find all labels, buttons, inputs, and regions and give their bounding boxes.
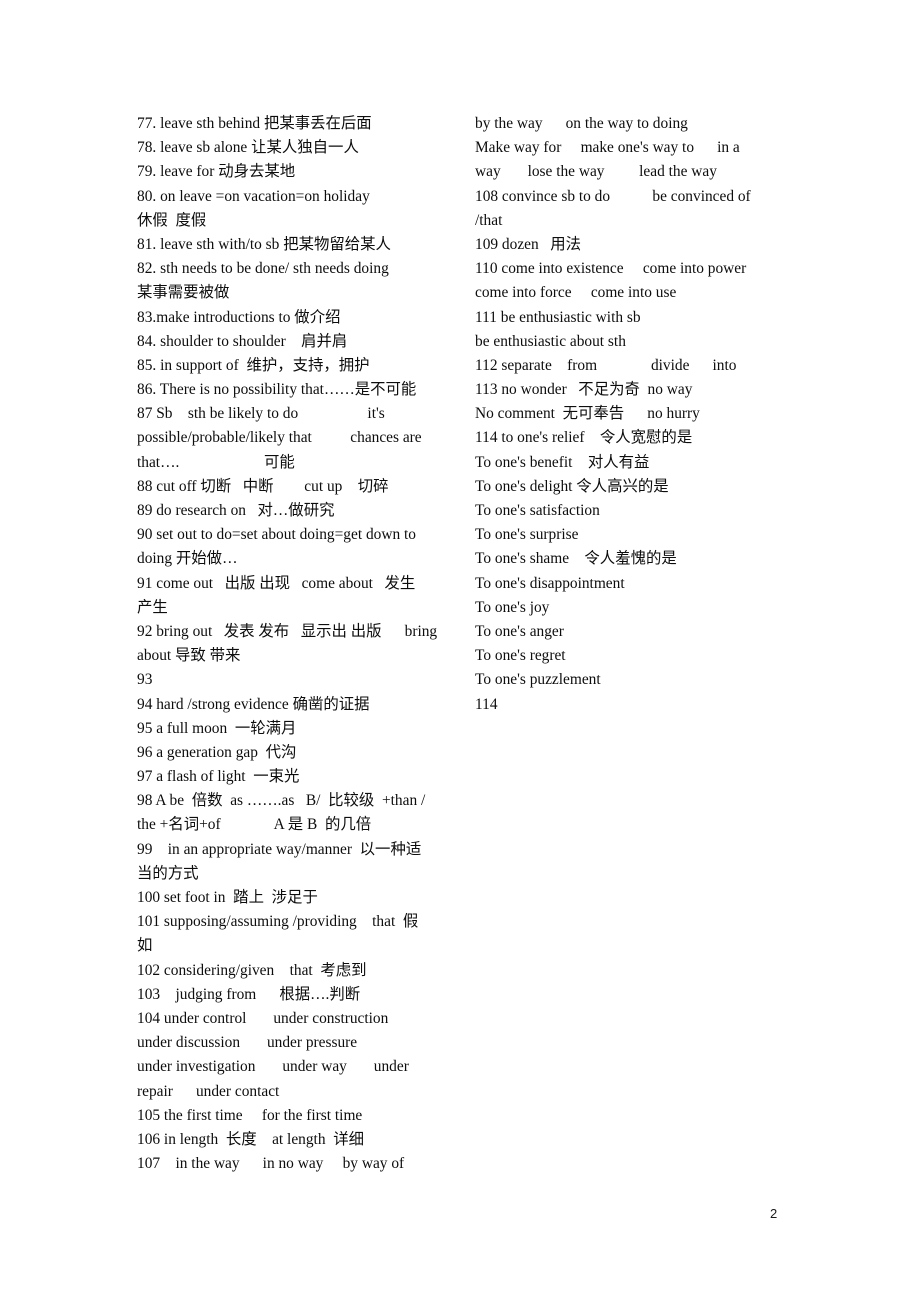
text-line: 103 judging from 根据….判断 xyxy=(137,985,361,1003)
text-line: repair under contact xyxy=(137,1082,280,1100)
text-line: 108 convince sb to do be convinced of xyxy=(475,187,751,205)
text-line: To one's shame 令人羞愧的是 xyxy=(475,550,677,568)
text-line: To one's disappointment xyxy=(475,574,625,592)
text-line: under discussion under pressure xyxy=(137,1034,358,1052)
text-line: 107 in the way in no way by way of xyxy=(137,1155,405,1173)
text-line: No comment 无可奉告 no hurry xyxy=(475,405,700,423)
text-line: Make way for make one's way to in a xyxy=(475,139,740,157)
text-line: 104 under control under construction xyxy=(137,1009,389,1027)
text-line: under investigation under way under xyxy=(137,1058,409,1076)
text-line: To one's benefit 对人有益 xyxy=(475,453,650,471)
text-line: 98 A be 倍数 as …….as B/ 比较级 +than / xyxy=(137,792,426,810)
text-line: To one's regret xyxy=(475,647,566,665)
text-line: 113 no wonder 不足为奇 no way xyxy=(475,381,693,399)
text-line: To one's satisfaction xyxy=(475,502,600,519)
text-line: 105 the first time for the first time xyxy=(137,1106,363,1124)
text-line: by the way on the way to doing xyxy=(475,115,688,132)
text-line: 99 in an appropriate way/manner 以一种适 xyxy=(137,840,422,858)
right-text-column: by the way on the way to doing Make way f… xyxy=(475,112,895,717)
text-line: 如 xyxy=(137,937,153,955)
text-line: 106 in length 长度 at length 详细 xyxy=(137,1130,364,1148)
text-line: /that xyxy=(475,211,503,229)
text-line: 100 set foot in 踏上 涉足于 xyxy=(137,889,318,906)
text-line: 97 a flash of light 一束光 xyxy=(137,768,300,786)
text-line: To one's anger xyxy=(475,622,564,640)
text-line: 109 dozen 用法 xyxy=(475,235,582,253)
text-line: 当的方式 xyxy=(137,864,199,882)
text-line: To one's puzzlement xyxy=(475,671,601,689)
text-line: come into force come into use xyxy=(475,284,677,302)
text-line: 95 a full moon 一轮满月 xyxy=(137,719,297,737)
text-line: 96 a generation gap 代沟 xyxy=(137,743,297,761)
text-line: 111 be enthusiastic with sb xyxy=(475,308,641,326)
text-line: 110 come into existence come into power xyxy=(475,260,747,278)
text-line: 102 considering/given that 考虑到 xyxy=(137,961,367,979)
text-line: be enthusiastic about sth xyxy=(475,332,626,350)
text-line: 112 separate from divide into xyxy=(475,356,737,374)
text-line: 101 supposing/assuming /providing that 假 xyxy=(137,913,419,931)
text-line: way lose the way lead the way xyxy=(475,163,717,181)
text-line: To one's joy xyxy=(475,598,550,616)
text-line: To one's delight 令人高兴的是 xyxy=(475,477,669,495)
page-number: 2 xyxy=(770,1206,778,1221)
text-line: To one's surprise xyxy=(475,526,579,544)
text-line: 114 xyxy=(475,695,498,713)
text-line: 114 to one's relief 令人宽慰的是 xyxy=(475,429,693,447)
document-page: 77. leave sth behind 把某事丢在后面 78. leave sb… xyxy=(0,0,920,1302)
text-line: the +名词+of A 是 B 的几倍 xyxy=(137,816,372,834)
